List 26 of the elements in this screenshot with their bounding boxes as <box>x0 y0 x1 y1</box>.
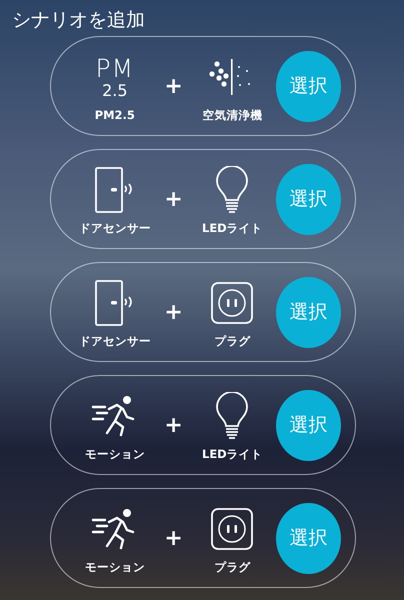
device-label: ドアセンサー <box>78 220 151 236</box>
device-label: LEDライト <box>202 446 263 462</box>
device-label: モーション <box>84 446 145 462</box>
plus-sign: + <box>163 74 184 98</box>
device-label: LEDライト <box>202 220 263 236</box>
device-label: モーション <box>84 560 145 574</box>
light-bulb-icon <box>214 392 250 440</box>
device-label: ドアセンサー <box>78 334 151 348</box>
page-title: シナリオを追加 <box>11 8 146 30</box>
plus-sign: + <box>163 186 184 212</box>
light-bulb-icon <box>214 166 250 214</box>
smart-plug-icon <box>210 506 254 550</box>
select-button[interactable]: 選択 <box>276 276 341 348</box>
smart-plug-icon <box>210 280 254 324</box>
plus-sign: + <box>163 300 184 324</box>
device-label: プラグ <box>214 560 250 574</box>
select-button[interactable]: 選択 <box>276 502 341 574</box>
plus-sign: + <box>163 526 184 550</box>
pm25-icon: PM 2.5 <box>95 56 134 98</box>
select-button[interactable]: 選択 <box>276 164 341 234</box>
device-label: 空気清浄機 <box>202 108 262 122</box>
device-label: PM2.5 <box>94 108 135 122</box>
plus-sign: + <box>163 412 184 438</box>
select-button[interactable]: 選択 <box>276 390 341 460</box>
device-label: プラグ <box>214 334 250 348</box>
select-button[interactable]: 選択 <box>276 50 341 122</box>
